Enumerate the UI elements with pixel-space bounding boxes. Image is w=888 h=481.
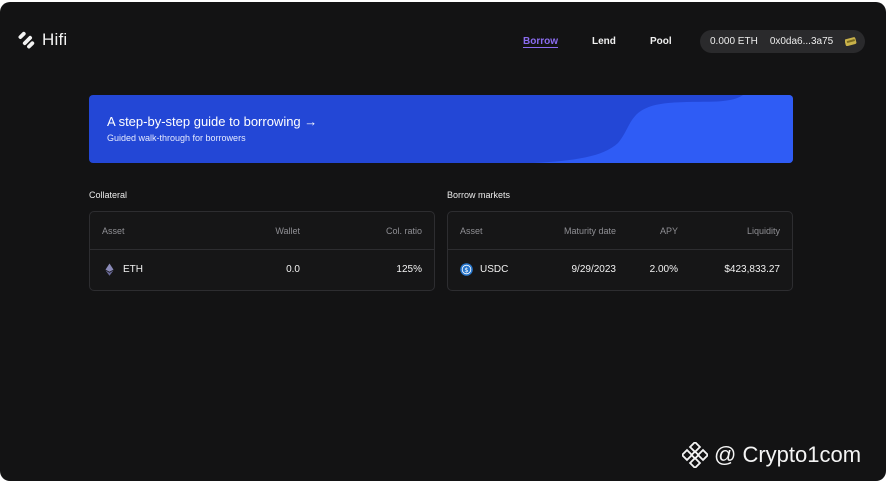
column-header-col-ratio: Col. ratio	[385, 226, 422, 236]
column-header-asset: Asset	[102, 226, 125, 236]
borrow-markets-table: Asset Maturity date APY Liquidity $ USDC…	[447, 211, 793, 291]
wallet-button[interactable]: 0.000 ETH 0x0da6...3a75	[700, 30, 865, 53]
borrow-markets-heading: Borrow markets	[447, 190, 511, 200]
table-header	[90, 212, 434, 250]
banner-wave-decoration	[533, 95, 793, 163]
column-header-maturity-date: Maturity date	[563, 226, 616, 236]
collateral-heading: Collateral	[89, 190, 128, 200]
nav-borrow[interactable]: Borrow	[523, 36, 558, 47]
usdc-icon: $	[460, 263, 473, 276]
maturity-date-value: 9/29/2023	[571, 264, 617, 275]
binance-logo-icon	[682, 442, 708, 468]
watermark-text: @ Crypto1com	[714, 442, 862, 467]
svg-text:$: $	[464, 266, 468, 274]
app-name: Hifi	[42, 30, 68, 49]
app-window: Hifi Borrow Lend Pool 0.000 ETH 0x0da6..…	[0, 2, 886, 481]
table-header	[448, 212, 792, 250]
column-header-asset: Asset	[460, 226, 483, 236]
wallet-balance: 0.000 ETH	[710, 36, 758, 47]
wallet-value: 0.0	[286, 264, 300, 275]
nav-pool[interactable]: Pool	[650, 36, 672, 47]
borrow-guide-banner[interactable]: A step-by-step guide to borrowing → Guid…	[89, 95, 793, 163]
asset-name: ETH	[123, 264, 143, 275]
col-ratio-value: 125%	[396, 264, 422, 275]
banner-title: A step-by-step guide to borrowing →	[107, 114, 318, 129]
collateral-table: Asset Wallet Col. ratio ETH 0.0 125%	[89, 211, 435, 291]
hifi-logo[interactable]: Hifi	[17, 30, 67, 50]
hifi-logo-icon	[18, 31, 35, 48]
nav-lend[interactable]: Lend	[592, 36, 616, 47]
apy-value: 2.00%	[649, 264, 678, 275]
wallet-address: 0x0da6...3a75	[769, 36, 834, 47]
column-header-wallet: Wallet	[275, 226, 300, 236]
banner-subtitle: Guided walk-through for borrowers	[107, 133, 246, 143]
column-header-apy: APY	[659, 226, 678, 236]
asset-name: USDC	[480, 264, 509, 275]
eth-icon	[105, 263, 114, 276]
column-header-liquidity: Liquidity	[746, 226, 780, 236]
liquidity-value: $423,833.27	[724, 264, 780, 275]
watermark: @ Crypto1com	[682, 442, 861, 468]
wallet-icon	[845, 37, 857, 46]
